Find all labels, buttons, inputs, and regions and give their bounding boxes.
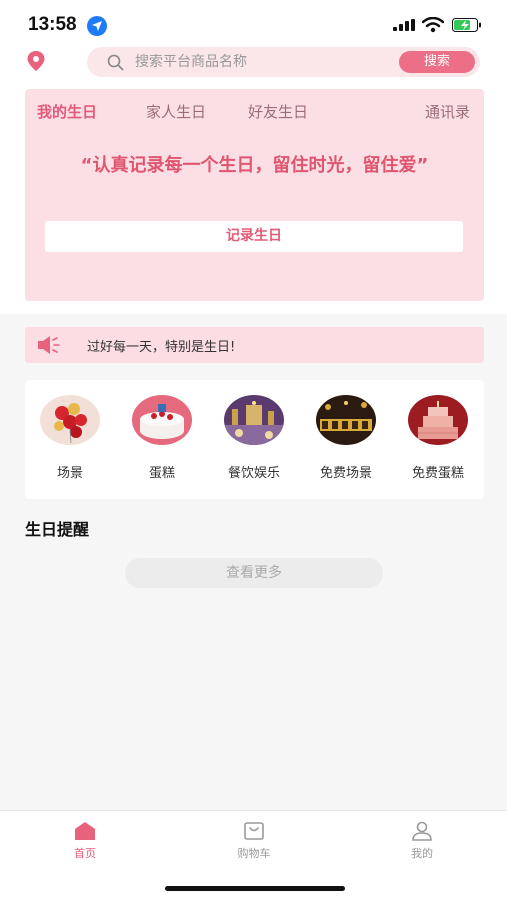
- location-arrow-icon: [87, 16, 107, 36]
- birthday-card: 我的生日 家人生日 好友生日 通讯录 “认真记录每一个生日，留住时光，留住爱” …: [25, 89, 484, 301]
- speaker-icon: [38, 336, 60, 354]
- view-more-button[interactable]: 查看更多: [125, 558, 383, 588]
- search-button[interactable]: 搜索: [399, 51, 475, 73]
- home-indicator: [165, 886, 345, 891]
- category-label: 免费蛋糕: [411, 466, 464, 481]
- tab-my-birthday[interactable]: 我的生日: [37, 101, 97, 122]
- cellular-signal-icon: [393, 19, 415, 31]
- battery-charging-icon: [452, 18, 481, 32]
- category-label: 免费场景: [319, 466, 372, 481]
- nav-label: 我的: [411, 847, 433, 860]
- category-item-scene[interactable]: 场景: [30, 395, 110, 490]
- record-birthday-button[interactable]: 记录生日: [45, 221, 463, 252]
- status-time: 13:58: [28, 14, 77, 35]
- cart-icon: [244, 822, 264, 840]
- nav-item-mine[interactable]: 我的: [382, 821, 462, 861]
- dining-image: [224, 395, 284, 445]
- nav-item-home[interactable]: 首页: [45, 821, 125, 861]
- category-label: 场景: [56, 466, 83, 481]
- birthday-banner-image: [316, 395, 376, 445]
- category-panel: 场景 蛋糕 餐饮娱乐 免费场景 免费蛋糕: [25, 380, 484, 499]
- category-item-dining[interactable]: 餐饮娱乐: [214, 395, 294, 490]
- location-pin-icon[interactable]: [26, 50, 46, 72]
- category-label: 蛋糕: [148, 466, 175, 481]
- notice-bar: 过好每一天，特别是生日!: [25, 327, 484, 363]
- tiered-cake-image: [408, 395, 468, 445]
- search-input[interactable]: [135, 47, 385, 77]
- tab-family-birthday[interactable]: 家人生日: [146, 101, 206, 122]
- cake-image: [132, 395, 192, 445]
- slogan-text: “认真记录每一个生日，留住时光，留住爱”: [80, 155, 429, 176]
- nav-label: 首页: [74, 847, 96, 860]
- category-item-cake[interactable]: 蛋糕: [122, 395, 202, 490]
- balloons-image: [40, 395, 100, 445]
- user-icon: [412, 821, 432, 841]
- wifi-icon: [422, 17, 444, 33]
- notice-text: 过好每一天，特别是生日!: [87, 340, 236, 355]
- category-item-free-scene[interactable]: 免费场景: [306, 395, 386, 490]
- search-bar[interactable]: 搜索: [87, 47, 480, 77]
- bottom-nav: 首页 购物车 我的: [0, 810, 507, 900]
- category-item-free-cake[interactable]: 免费蛋糕: [398, 395, 478, 490]
- category-label: 餐饮娱乐: [227, 466, 280, 481]
- nav-item-cart[interactable]: 购物车: [214, 821, 294, 861]
- contacts-link[interactable]: 通讯录: [425, 101, 470, 122]
- tab-friends-birthday[interactable]: 好友生日: [248, 101, 308, 122]
- birthday-reminder-title: 生日提醒: [25, 520, 90, 539]
- status-bar: 13:58: [0, 0, 507, 44]
- search-icon: [107, 54, 124, 71]
- home-icon: [75, 822, 95, 840]
- nav-label: 购物车: [237, 847, 271, 860]
